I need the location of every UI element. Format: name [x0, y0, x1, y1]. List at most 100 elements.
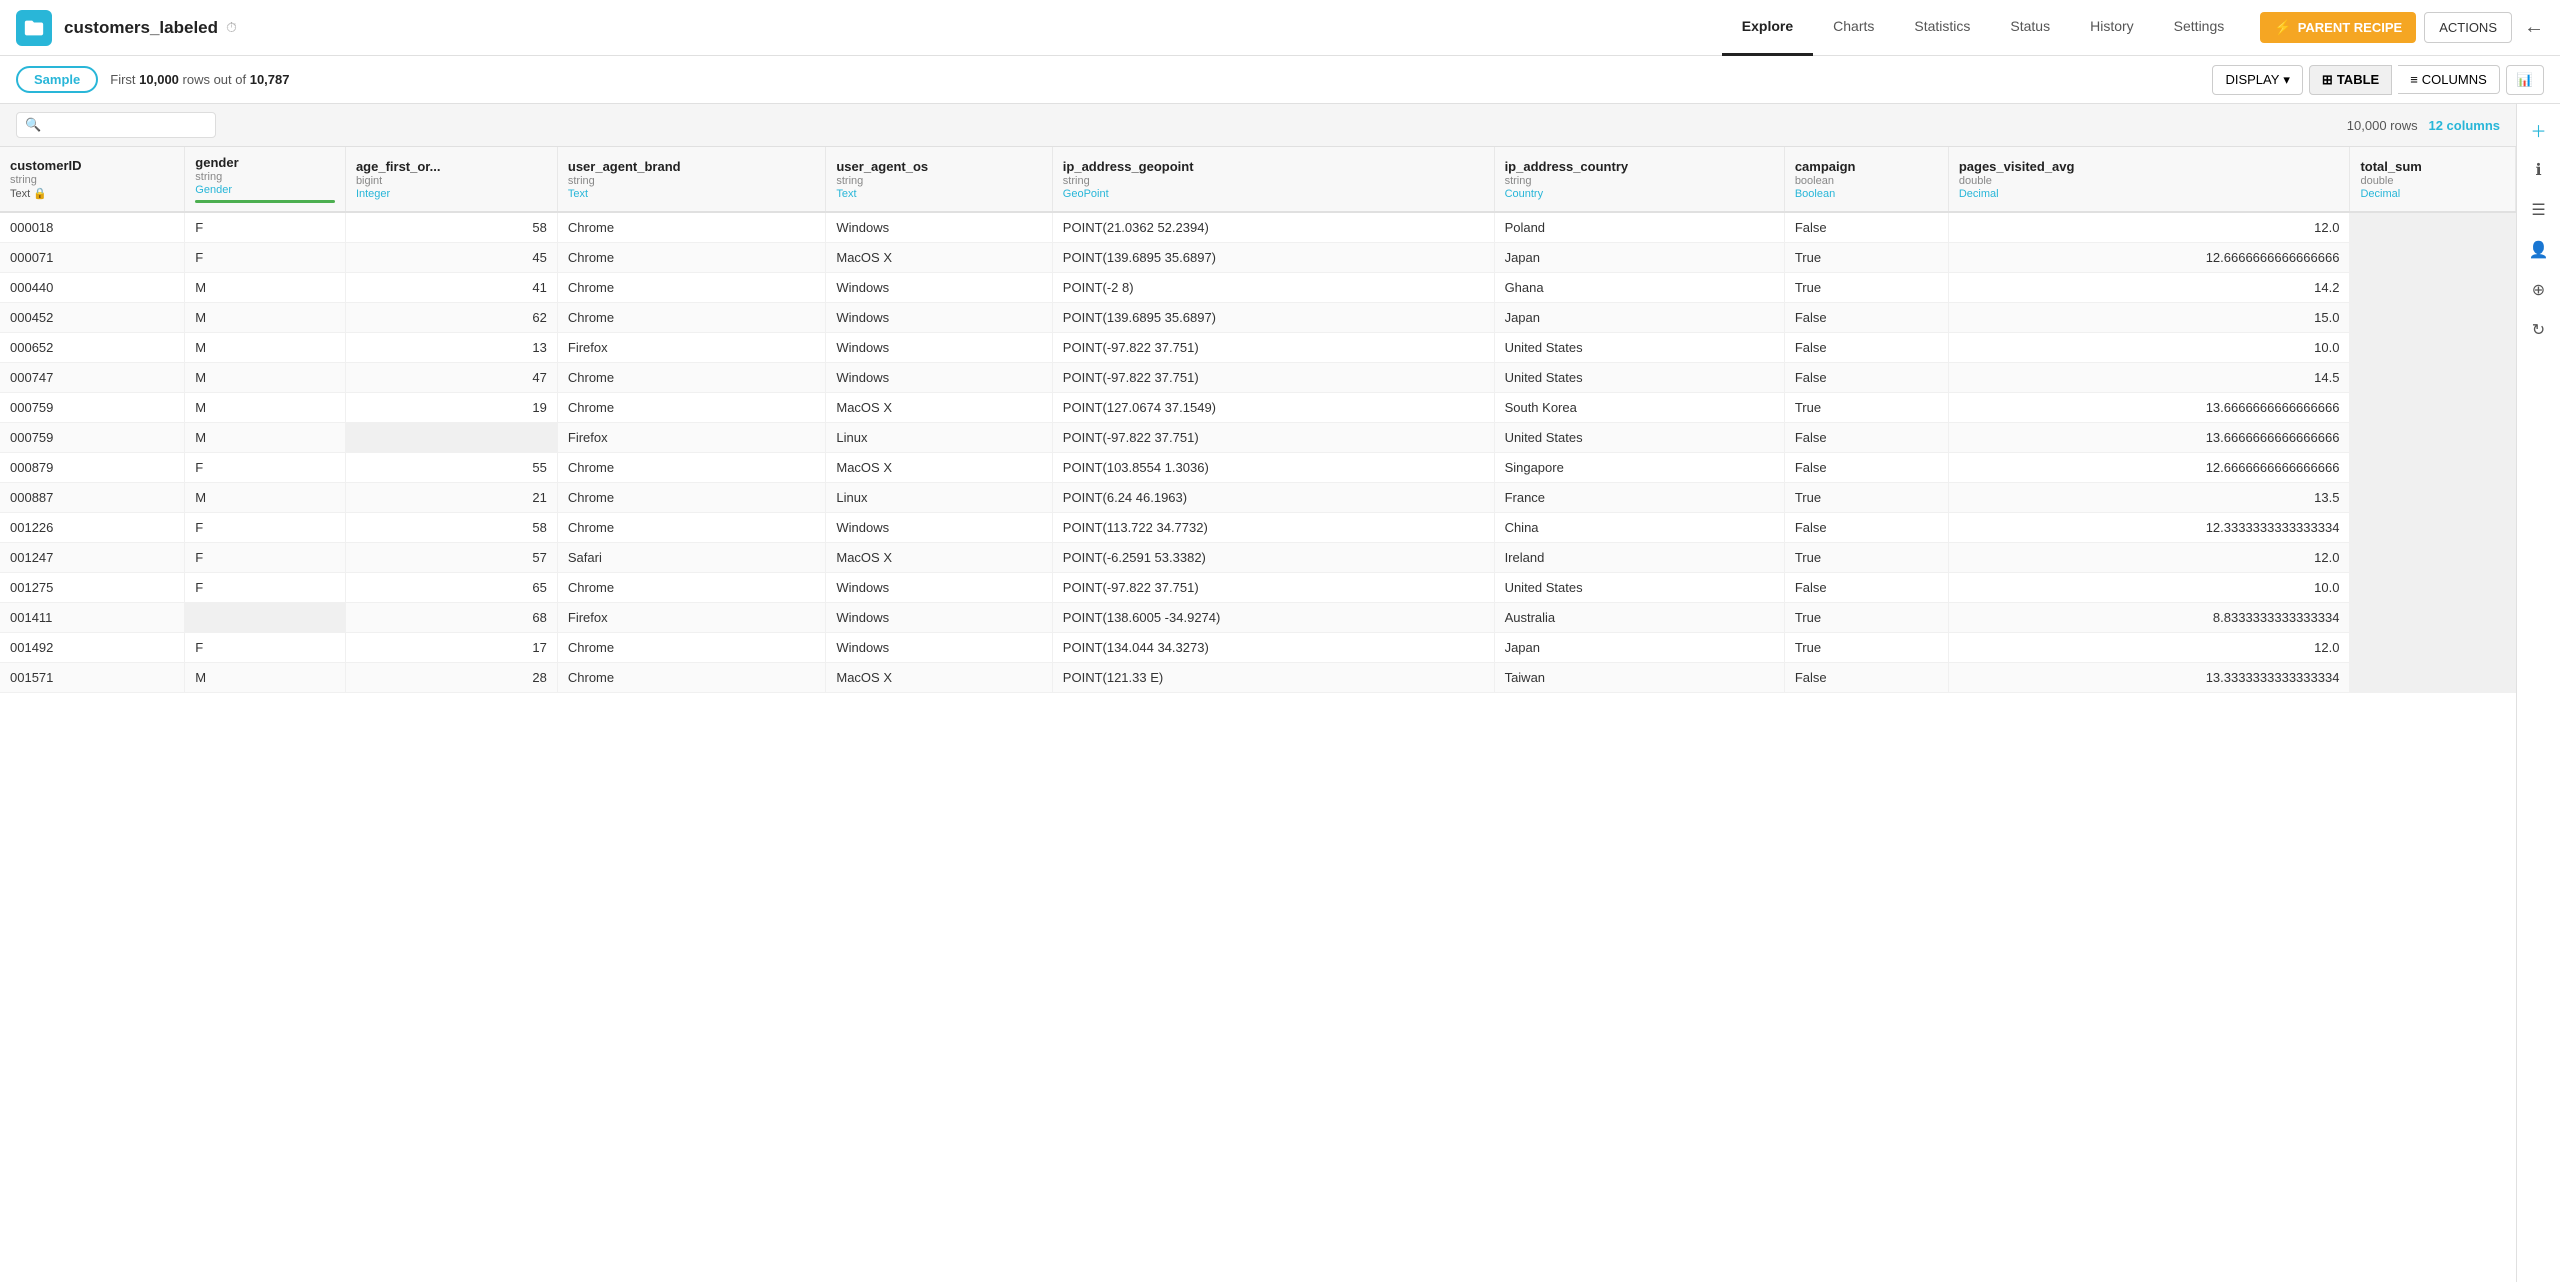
table-cell: Linux — [826, 483, 1052, 513]
table-cell: 12.0 — [1948, 633, 2350, 663]
table-cell: Linux — [826, 423, 1052, 453]
table-cell: 000879 — [0, 453, 185, 483]
display-controls: DISPLAY ▾ ⊞ TABLE ≡ COLUMNS 📊 — [2212, 65, 2544, 95]
dataset-icon: ⏱ — [226, 19, 237, 36]
table-cell: 13.6666666666666666 — [1948, 393, 2350, 423]
table-cell: POINT(139.6895 35.6897) — [1052, 243, 1494, 273]
user-sidebar-icon[interactable]: 👤 — [2521, 232, 2557, 268]
table-cell: False — [1784, 663, 1948, 693]
table-cell: MacOS X — [826, 663, 1052, 693]
back-button[interactable]: ← — [2524, 16, 2544, 39]
table-cell: Japan — [1494, 303, 1784, 333]
table-cell: POINT(-97.822 37.751) — [1052, 423, 1494, 453]
table-cell: 001226 — [0, 513, 185, 543]
table-cell: Chrome — [557, 573, 825, 603]
col-count-label[interactable]: 12 columns — [2428, 118, 2500, 133]
tab-status[interactable]: Status — [1990, 0, 2070, 56]
table-cell: China — [1494, 513, 1784, 543]
table-cell: True — [1784, 243, 1948, 273]
refresh-sidebar-icon[interactable]: ↻ — [2521, 312, 2557, 348]
nav-tabs: Explore Charts Statistics Status History… — [1722, 0, 2244, 56]
table-cell: United States — [1494, 423, 1784, 453]
table-cell: 001571 — [0, 663, 185, 693]
table-cell: M — [185, 423, 346, 453]
table-cell — [345, 423, 557, 453]
table-cell: Japan — [1494, 243, 1784, 273]
parent-recipe-button[interactable]: ⚡ PARENT RECIPE — [2260, 12, 2416, 43]
tab-explore[interactable]: Explore — [1722, 0, 1813, 56]
table-cell — [2350, 603, 2516, 633]
sample-button[interactable]: Sample — [16, 66, 98, 93]
table-cell: MacOS X — [826, 543, 1052, 573]
display-button[interactable]: DISPLAY ▾ — [2212, 65, 2302, 95]
table-cell: Chrome — [557, 273, 825, 303]
table-cell: 21 — [345, 483, 557, 513]
table-button[interactable]: ⊞ TABLE — [2309, 65, 2392, 95]
table-cell: 001492 — [0, 633, 185, 663]
table-cell: 13 — [345, 333, 557, 363]
table-cell: False — [1784, 453, 1948, 483]
table-cell: 55 — [345, 453, 557, 483]
table-cell: M — [185, 333, 346, 363]
th-user-agent-os[interactable]: user_agent_os string Text — [826, 147, 1052, 212]
table-cell: France — [1494, 483, 1784, 513]
actions-button[interactable]: ACTIONS — [2424, 12, 2512, 43]
table-row: 000759M19ChromeMacOS XPOINT(127.0674 37.… — [0, 393, 2516, 423]
table-cell — [2350, 663, 2516, 693]
th-country[interactable]: ip_address_country string Country — [1494, 147, 1784, 212]
columns-button[interactable]: ≡ COLUMNS — [2398, 65, 2500, 94]
table-cell: 13.6666666666666666 — [1948, 423, 2350, 453]
dataset-name: customers_labeled — [64, 18, 218, 38]
table-cell: POINT(-2 8) — [1052, 273, 1494, 303]
add-sidebar-icon[interactable]: ＋ — [2521, 112, 2557, 148]
table-cell: True — [1784, 543, 1948, 573]
table-cell: 000652 — [0, 333, 185, 363]
tab-history[interactable]: History — [2070, 0, 2154, 56]
bar-chart-icon: 📊 — [2517, 72, 2533, 87]
table-cell: POINT(139.6895 35.6897) — [1052, 303, 1494, 333]
list-sidebar-icon[interactable]: ☰ — [2521, 192, 2557, 228]
table-cell: POINT(-6.2591 53.3382) — [1052, 543, 1494, 573]
table-row: 001275F65ChromeWindowsPOINT(-97.822 37.7… — [0, 573, 2516, 603]
table-cell: 12.6666666666666666 — [1948, 243, 2350, 273]
th-gender[interactable]: gender string Gender — [185, 147, 346, 212]
table-cell: False — [1784, 212, 1948, 243]
table-cell: False — [1784, 303, 1948, 333]
search-input-wrap[interactable]: 🔍 — [16, 112, 216, 138]
th-total-sum[interactable]: total_sum double Decimal — [2350, 147, 2516, 212]
th-geopoint[interactable]: ip_address_geopoint string GeoPoint — [1052, 147, 1494, 212]
chart-icon-button[interactable]: 📊 — [2506, 65, 2544, 95]
table-row: 001226F58ChromeWindowsPOINT(113.722 34.7… — [0, 513, 2516, 543]
table-cell: 19 — [345, 393, 557, 423]
th-customerID[interactable]: customerID string Text 🔒 — [0, 147, 185, 212]
table-cell: True — [1784, 483, 1948, 513]
tab-settings[interactable]: Settings — [2154, 0, 2245, 56]
table-cell: 17 — [345, 633, 557, 663]
info-sidebar-icon[interactable]: ℹ — [2521, 152, 2557, 188]
table-cell: M — [185, 273, 346, 303]
table-cell: 13.5 — [1948, 483, 2350, 513]
th-user-agent-brand[interactable]: user_agent_brand string Text — [557, 147, 825, 212]
data-table: customerID string Text 🔒 gender string G… — [0, 147, 2516, 693]
table-cell: Windows — [826, 633, 1052, 663]
th-pages-avg[interactable]: pages_visited_avg double Decimal — [1948, 147, 2350, 212]
table-cell: Windows — [826, 273, 1052, 303]
table-cell: MacOS X — [826, 243, 1052, 273]
lightning-icon: ⚡ — [2274, 19, 2291, 36]
table-row: 000879F55ChromeMacOS XPOINT(103.8554 1.3… — [0, 453, 2516, 483]
table-header-row: customerID string Text 🔒 gender string G… — [0, 147, 2516, 212]
tab-statistics[interactable]: Statistics — [1894, 0, 1990, 56]
table-cell: True — [1784, 603, 1948, 633]
table-cell: Poland — [1494, 212, 1784, 243]
th-campaign[interactable]: campaign boolean Boolean — [1784, 147, 1948, 212]
table-cell — [2350, 243, 2516, 273]
globe-sidebar-icon[interactable]: ⊕ — [2521, 272, 2557, 308]
table-cell: 41 — [345, 273, 557, 303]
th-age[interactable]: age_first_or... bigint Integer — [345, 147, 557, 212]
search-input[interactable] — [45, 118, 207, 133]
table-cell: 12.3333333333333334 — [1948, 513, 2350, 543]
table-cell: 10.0 — [1948, 333, 2350, 363]
table-cell: 000071 — [0, 243, 185, 273]
tab-charts[interactable]: Charts — [1813, 0, 1894, 56]
table-cell: 12.6666666666666666 — [1948, 453, 2350, 483]
